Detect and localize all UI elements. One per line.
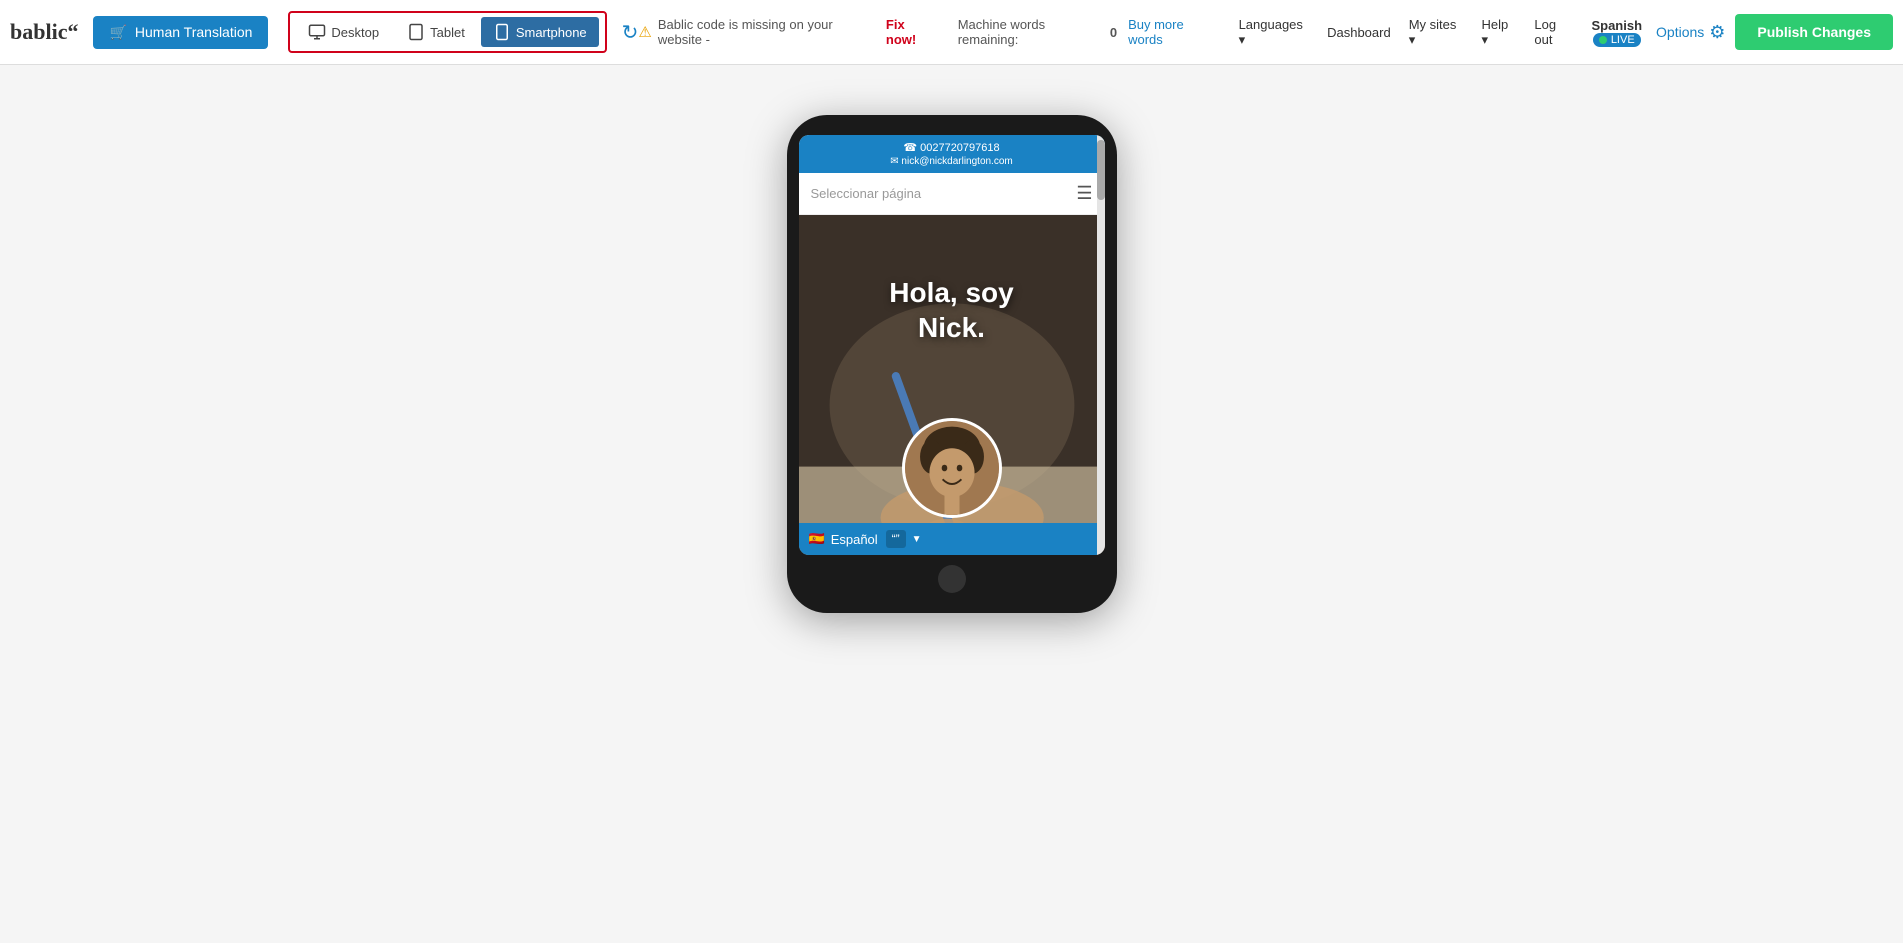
tablet-button[interactable]: Tablet: [395, 17, 477, 47]
hero-line2: Nick.: [918, 312, 985, 343]
phone-frame: ☎ 0027720797618 ✉ nick@nickdarlington.co…: [787, 115, 1117, 613]
machine-words-label: Machine words remaining:: [958, 17, 1104, 47]
smartphone-label: Smartphone: [516, 25, 587, 40]
refresh-icon: ↻: [622, 22, 639, 44]
topbar: bablic“ 🛒 Human Translation Desktop Tabl…: [0, 0, 1903, 65]
publish-label: Publish Changes: [1757, 24, 1871, 40]
human-translation-button[interactable]: 🛒 Human Translation: [93, 16, 268, 49]
scrollbar-thumb: [1097, 140, 1105, 200]
main-content: ☎ 0027720797618 ✉ nick@nickdarlington.co…: [0, 65, 1903, 943]
lang-switcher-name: Español: [831, 532, 878, 547]
warning-message: Bablic code is missing on your website -: [658, 17, 880, 47]
gear-icon: ⚙: [1709, 22, 1725, 43]
phone-home-button[interactable]: [938, 565, 966, 593]
avatar: [902, 418, 1002, 518]
refresh-button[interactable]: ↻: [622, 20, 639, 45]
site-nav: Seleccionar página ☰: [799, 173, 1105, 215]
human-translation-label: Human Translation: [135, 24, 253, 40]
flag-icon: 🇪🇸: [809, 531, 825, 547]
nav-items: Languages ▾ Dashboard My sites ▾ Help ▾ …: [1239, 17, 1576, 48]
live-dot: [1599, 36, 1607, 44]
logout-nav[interactable]: Log out: [1534, 17, 1575, 47]
publish-button[interactable]: Publish Changes: [1735, 14, 1893, 50]
site-hero: Hola, soy Nick.: [799, 215, 1105, 555]
lang-quotes: “”: [886, 530, 906, 548]
site-phone: ☎ 0027720797618: [807, 141, 1097, 154]
tablet-label: Tablet: [430, 25, 465, 40]
lang-switcher[interactable]: 🇪🇸 Español “” ▼: [799, 523, 1097, 555]
device-selector: Desktop Tablet Smartphone: [288, 11, 606, 53]
warning-icon: ⚠: [638, 23, 651, 41]
buy-more-link[interactable]: Buy more words: [1128, 17, 1218, 47]
site-topbar: ☎ 0027720797618 ✉ nick@nickdarlington.co…: [799, 135, 1105, 173]
fix-now-link[interactable]: Fix now!: [886, 17, 937, 47]
phone-screen-inner: ☎ 0027720797618 ✉ nick@nickdarlington.co…: [799, 135, 1105, 555]
options-button[interactable]: Options ⚙: [1656, 22, 1725, 43]
languages-nav[interactable]: Languages ▾: [1239, 17, 1310, 48]
phone-screen: ☎ 0027720797618 ✉ nick@nickdarlington.co…: [799, 135, 1105, 555]
logo-text: bablic: [10, 19, 67, 44]
live-badge: LIVE: [1593, 33, 1641, 47]
desktop-button[interactable]: Desktop: [296, 17, 391, 47]
my-sites-nav[interactable]: My sites ▾: [1409, 17, 1464, 48]
help-nav[interactable]: Help ▾: [1481, 17, 1516, 48]
site-email: ✉ nick@nickdarlington.com: [807, 156, 1097, 167]
language-block: Spanish LIVE: [1591, 18, 1642, 47]
warning-bar: ⚠ Bablic code is missing on your website…: [638, 17, 1218, 47]
options-label: Options: [1656, 24, 1704, 40]
language-name: Spanish: [1591, 18, 1642, 33]
hamburger-icon[interactable]: ☰: [1076, 183, 1092, 204]
brand-logo: bablic“: [10, 19, 78, 45]
dashboard-nav[interactable]: Dashboard: [1327, 25, 1391, 40]
chevron-down-icon: ▼: [912, 534, 922, 545]
machine-count: 0: [1110, 25, 1117, 40]
desktop-label: Desktop: [331, 25, 379, 40]
hero-line1: Hola, soy: [889, 277, 1013, 308]
live-label: LIVE: [1611, 34, 1635, 46]
cart-icon: 🛒: [109, 24, 126, 41]
scrollbar-track[interactable]: [1097, 135, 1105, 555]
smartphone-button[interactable]: Smartphone: [481, 17, 599, 47]
nav-placeholder: Seleccionar página: [811, 186, 922, 201]
hero-text: Hola, soy Nick.: [799, 275, 1105, 345]
